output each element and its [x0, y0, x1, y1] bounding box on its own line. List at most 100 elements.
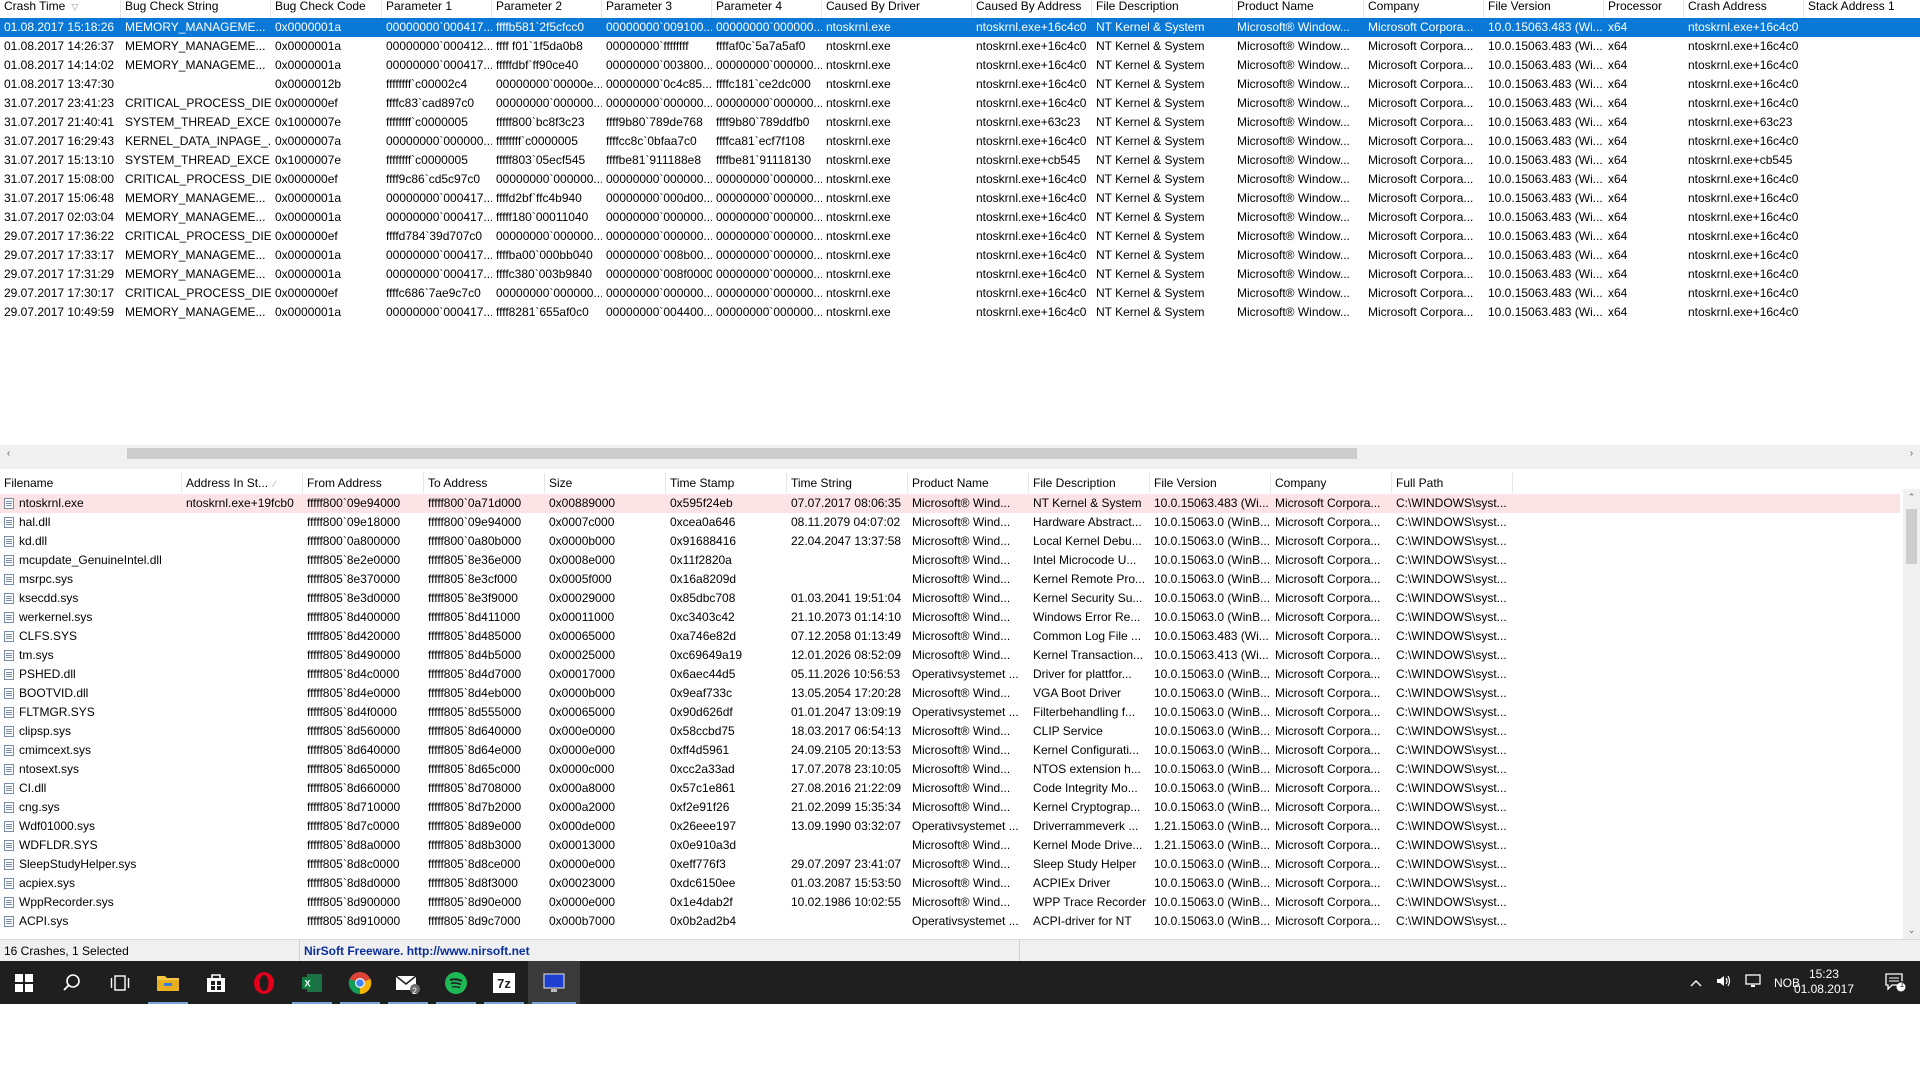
crash-column-header[interactable]: Crash Time ▽ — [0, 0, 121, 19]
driver-column-header[interactable]: Address In St... ∕ — [182, 473, 303, 493]
driver-table-row[interactable]: ksecdd.sys fffff805`8e3d0000 fffff805`8e3f… — [0, 589, 1900, 608]
volume-icon[interactable] — [1716, 974, 1732, 991]
crash-column-header[interactable]: Caused By Driver — [822, 0, 972, 19]
crash-table-row[interactable]: 29.07.2017 17:30:17 CRITICAL_PROCESS_DIED… — [0, 284, 1920, 303]
driver-table-row[interactable]: Wdf01000.sys fffff805`8d7c0000 fffff805`8d… — [0, 817, 1900, 836]
action-center-button[interactable]: 1 — [1884, 972, 1906, 995]
spotify-button[interactable] — [432, 961, 480, 1004]
search-button[interactable] — [48, 961, 96, 1004]
driver-column-header[interactable]: File Version — [1150, 473, 1271, 493]
driver-table-row[interactable]: tm.sys fffff805`8d490000 fffff805`8d4b5000… — [0, 646, 1900, 665]
crash-table-row[interactable]: 01.08.2017 14:14:02 MEMORY_MANAGEME... 0x0… — [0, 56, 1920, 75]
driver-table-row[interactable]: ACPI.sys fffff805`8d910000 fffff805`8d9c70… — [0, 912, 1900, 931]
driver-table-row[interactable]: clipsp.sys fffff805`8d560000 fffff805`8d64… — [0, 722, 1900, 741]
driver-table-row[interactable]: PSHED.dll fffff805`8d4c0000 fffff805`8d4d7… — [0, 665, 1900, 684]
crash-table-row[interactable]: 31.07.2017 21:40:41 SYSTEM_THREAD_EXCE...… — [0, 113, 1920, 132]
horizontal-scroll-thumb[interactable] — [127, 448, 1357, 459]
driver-filename: PSHED.dll — [19, 667, 76, 681]
driver-column-header[interactable]: File Description — [1029, 473, 1150, 493]
crash-column-header[interactable]: Bug Check String — [121, 0, 271, 19]
driver-table-row[interactable]: SleepStudyHelper.sys fffff805`8d8c0000 fff… — [0, 855, 1900, 874]
task-view-button[interactable] — [96, 961, 144, 1004]
scroll-left-icon[interactable]: ‹ — [0, 445, 17, 462]
driver-column-header[interactable]: Product Name — [908, 473, 1029, 493]
mail-button[interactable]: 2 — [384, 961, 432, 1004]
crash-table-cell: ntoskrnl.exe — [826, 20, 891, 34]
crash-table-row[interactable]: 29.07.2017 17:33:17 MEMORY_MANAGEME... 0x0… — [0, 246, 1920, 265]
driver-table-row[interactable]: ntosext.sys fffff805`8d650000 fffff805`8d6… — [0, 760, 1900, 779]
scroll-right-icon[interactable]: › — [1903, 445, 1920, 462]
driver-table-row[interactable]: CI.dll fffff805`8d660000 fffff805`8d708000… — [0, 779, 1900, 798]
crash-column-header[interactable]: Bug Check Code — [271, 0, 382, 19]
scroll-up-icon[interactable]: ⌃ — [1903, 489, 1920, 506]
store-button[interactable] — [192, 961, 240, 1004]
driver-table-row[interactable]: werkernel.sys fffff805`8d400000 fffff805`8… — [0, 608, 1900, 627]
crash-column-header[interactable]: File Description — [1092, 0, 1233, 19]
horizontal-scrollbar[interactable]: ‹ › — [0, 445, 1920, 462]
crash-table-cell: ntoskrnl.exe+cb545 — [1688, 153, 1793, 167]
opera-button[interactable] — [240, 961, 288, 1004]
crash-table-row[interactable]: 01.08.2017 13:47:30 0x0000012b ffffffff`c0… — [0, 75, 1920, 94]
driver-table-row[interactable]: hal.dll fffff800`09e18000 fffff800`09e9400… — [0, 513, 1900, 532]
crash-table-row[interactable]: 29.07.2017 17:36:22 CRITICAL_PROCESS_DIED… — [0, 227, 1920, 246]
7zip-button[interactable]: 7z — [480, 961, 528, 1004]
driver-table-row[interactable]: mcupdate_GenuineIntel.dll fffff805`8e2e00… — [0, 551, 1900, 570]
driver-table-cell: fffff805`8d640000 — [307, 743, 401, 757]
driver-column-header[interactable]: Full Path — [1392, 473, 1513, 493]
driver-table-row[interactable]: CLFS.SYS fffff805`8d420000 fffff805`8d4850… — [0, 627, 1900, 646]
driver-table-row[interactable]: FLTMGR.SYS fffff805`8d4f0000 fffff805`8d55… — [0, 703, 1900, 722]
driver-column-header[interactable]: From Address — [303, 473, 424, 493]
crash-column-header[interactable]: Crash Address — [1684, 0, 1804, 19]
network-icon[interactable] — [1744, 974, 1762, 991]
driver-table-row[interactable]: kd.dll fffff800`0a800000 fffff800`0a80b000… — [0, 532, 1900, 551]
driver-column-header[interactable]: To Address — [424, 473, 545, 493]
crash-table-row[interactable]: 31.07.2017 15:08:00 CRITICAL_PROCESS_DIED… — [0, 170, 1920, 189]
driver-table-row[interactable]: BOOTVID.dll fffff805`8d4e0000 fffff805`8d4… — [0, 684, 1900, 703]
crash-table-row[interactable]: 31.07.2017 23:41:23 CRITICAL_PROCESS_DIED… — [0, 94, 1920, 113]
driver-table-row[interactable]: WppRecorder.sys fffff805`8d900000 fffff805… — [0, 893, 1900, 912]
crash-table-row[interactable]: 01.08.2017 14:26:37 MEMORY_MANAGEME... 0x0… — [0, 37, 1920, 56]
scroll-down-icon[interactable]: ⌄ — [1903, 922, 1920, 939]
crash-table-row[interactable]: 31.07.2017 15:13:10 SYSTEM_THREAD_EXCE...… — [0, 151, 1920, 170]
crash-table-row[interactable]: 29.07.2017 10:49:59 MEMORY_MANAGEME... 0x0… — [0, 303, 1920, 322]
crash-column-header[interactable]: Parameter 4 — [712, 0, 822, 19]
pane-splitter[interactable] — [0, 462, 1920, 469]
chrome-button[interactable] — [336, 961, 384, 1004]
driver-column-header[interactable]: Size — [545, 473, 666, 493]
crash-column-header[interactable]: Stack Address 1 — [1804, 0, 1920, 19]
show-hidden-icons-icon[interactable] — [1690, 976, 1702, 990]
crash-column-header[interactable]: Company — [1364, 0, 1484, 19]
crash-column-header[interactable]: Caused By Address — [972, 0, 1092, 19]
crash-column-header[interactable]: Parameter 1 — [382, 0, 492, 19]
crash-table-row[interactable]: 01.08.2017 15:18:26 MEMORY_MANAGEME... 0x0… — [0, 18, 1920, 37]
crash-column-header[interactable]: Parameter 2 — [492, 0, 602, 19]
driver-table-cell: 0xc3403c42 — [670, 610, 735, 624]
excel-button[interactable]: X — [288, 961, 336, 1004]
driver-column-header[interactable]: Time String — [787, 473, 908, 493]
driver-table-row[interactable]: acpiex.sys fffff805`8d8d0000 fffff805`8d8f… — [0, 874, 1900, 893]
taskbar-clock[interactable]: 15:23 01.08.2017 — [1794, 967, 1854, 997]
crash-column-header[interactable]: Parameter 3 — [602, 0, 712, 19]
start-button[interactable] — [0, 961, 48, 1004]
driver-table-row[interactable]: ntoskrnl.exe ntoskrnl.exe+19fcb0 fffff800`… — [0, 494, 1900, 513]
vertical-scrollbar[interactable]: ⌃ ⌄ — [1903, 489, 1920, 939]
driver-column-header[interactable]: Company — [1271, 473, 1392, 493]
vertical-scroll-thumb[interactable] — [1906, 509, 1917, 564]
crash-column-header[interactable]: Product Name — [1233, 0, 1364, 19]
driver-table-row[interactable]: WDFLDR.SYS fffff805`8d8a0000 fffff805`8d8b… — [0, 836, 1900, 855]
file-explorer-button[interactable] — [144, 961, 192, 1004]
crash-table-row[interactable]: 29.07.2017 17:31:29 MEMORY_MANAGEME... 0x0… — [0, 265, 1920, 284]
crash-column-header[interactable]: File Version — [1484, 0, 1604, 19]
bluescreenview-button[interactable] — [528, 961, 580, 1004]
crash-table-cell: 00000000`000d00... — [606, 191, 712, 205]
driver-column-header[interactable]: Time Stamp — [666, 473, 787, 493]
driver-table-row[interactable]: cng.sys fffff805`8d710000 fffff805`8d7b200… — [0, 798, 1900, 817]
driver-table-row[interactable]: cmimcext.sys fffff805`8d640000 fffff805`8d… — [0, 741, 1900, 760]
crash-table-row[interactable]: 31.07.2017 16:29:43 KERNEL_DATA_INPAGE_..… — [0, 132, 1920, 151]
driver-column-header[interactable]: Filename — [0, 473, 182, 493]
driver-table-row[interactable]: msrpc.sys fffff805`8e370000 fffff805`8e3cf… — [0, 570, 1900, 589]
crash-column-header[interactable]: Processor — [1604, 0, 1684, 19]
nirsoft-link[interactable]: NirSoft Freeware. http://www.nirsoft.net — [300, 940, 1020, 962]
crash-table-row[interactable]: 31.07.2017 02:03:04 MEMORY_MANAGEME... 0x0… — [0, 208, 1920, 227]
crash-table-row[interactable]: 31.07.2017 15:06:48 MEMORY_MANAGEME... 0x0… — [0, 189, 1920, 208]
